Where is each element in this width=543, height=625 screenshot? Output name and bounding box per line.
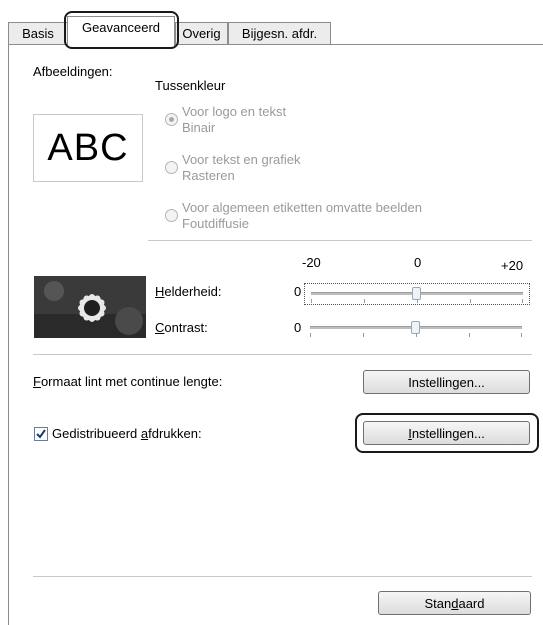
distributed-print-label: Gedistribueerd afdrukken: (52, 426, 202, 441)
images-label: Afbeeldingen: (33, 64, 113, 79)
radio-error-diffusion-title: Voor algemeen etiketten omvatte beelden (182, 200, 422, 215)
radio-logo-text-sub: Binair (182, 120, 216, 135)
tab-basis[interactable]: Basis (8, 22, 68, 44)
tab-geavanceerd[interactable]: Geavanceerd (67, 16, 175, 46)
images-divider (148, 240, 532, 241)
tab-overig[interactable]: Overig (175, 22, 228, 44)
halftone-preview: ABC (33, 114, 143, 182)
sunflower-image (34, 276, 146, 338)
radio-error-diffusion-sub: Foutdiffusie (182, 216, 249, 231)
distributed-print-checkbox[interactable] (34, 427, 48, 441)
contrast-value: 0 (294, 320, 302, 335)
adjust-divider (33, 354, 532, 355)
radio-logo-text[interactable] (165, 113, 178, 126)
radio-text-graphics[interactable] (165, 161, 178, 174)
default-button[interactable]: Standaard (378, 591, 531, 615)
brightness-label: Helderheid: (155, 284, 222, 299)
halftone-label: Tussenkleur (155, 78, 226, 93)
radio-text-graphics-title: Voor tekst en grafiek (182, 152, 301, 167)
tab-bijgesneden-afdrukken[interactable]: Bijgesn. afdr. (228, 22, 331, 44)
brightness-value: 0 (294, 284, 302, 299)
check-icon (36, 429, 46, 439)
footer-divider (33, 576, 532, 577)
brightness-slider[interactable] (304, 283, 530, 305)
scale-max: +20 (501, 258, 524, 273)
radio-logo-text-title: Voor logo en tekst (182, 104, 287, 119)
scale-min: -20 (302, 255, 321, 270)
radio-error-diffusion[interactable] (165, 209, 178, 222)
continuous-length-label: Formaat lint met continue lengte: (33, 374, 223, 389)
radio-text-graphics-sub: Rasteren (182, 168, 235, 183)
contrast-slider[interactable] (304, 319, 530, 341)
scale-mid: 0 (414, 255, 422, 270)
continuous-settings-button[interactable]: Instellingen... (363, 370, 530, 394)
distributed-settings-button[interactable]: Instellingen... (363, 421, 530, 445)
contrast-label: Contrast: (155, 320, 208, 335)
